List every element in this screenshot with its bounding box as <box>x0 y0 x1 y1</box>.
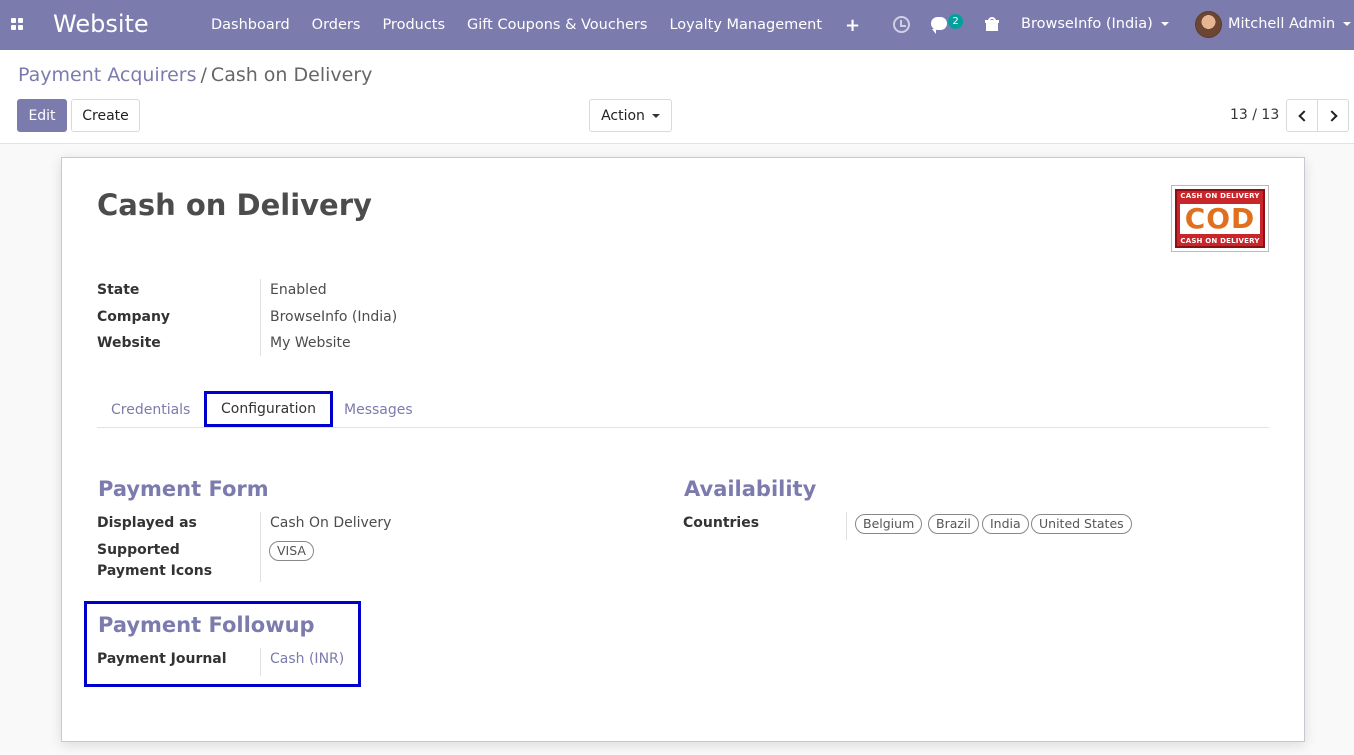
chevron-down-icon <box>651 113 660 118</box>
chevron-down-icon <box>1343 22 1352 26</box>
tab-configuration[interactable]: Configuration <box>204 391 333 427</box>
menu-gift-coupons[interactable]: Gift Coupons & Vouchers <box>456 17 658 33</box>
chevron-right-icon <box>1325 109 1338 122</box>
apps-menu-icon[interactable] <box>11 18 24 31</box>
website-label: Website <box>97 335 161 351</box>
user-name: Mitchell Admin <box>1228 16 1336 32</box>
displayed-as-label: Displayed as <box>97 515 197 531</box>
record-title: Cash on Delivery <box>97 188 372 222</box>
logo-top-text: CASH ON DELIVERY <box>1180 192 1260 200</box>
plus-icon[interactable]: + <box>833 15 872 36</box>
logo-main-text: COD <box>1179 203 1261 234</box>
payment-icons-label-line2: Payment Icons <box>97 563 213 579</box>
payment-form-title: Payment Form <box>98 477 269 501</box>
displayed-as-value: Cash On Delivery <box>270 515 392 531</box>
chevron-down-icon <box>1160 22 1169 26</box>
create-button[interactable]: Create <box>71 99 140 132</box>
availability-title: Availability <box>684 477 817 501</box>
company-name: BrowseInfo (India) <box>1021 16 1153 32</box>
breadcrumb: Payment Acquirers / Cash on Delivery <box>18 64 372 86</box>
menu-products[interactable]: Products <box>371 17 456 33</box>
website-value: My Website <box>270 335 351 351</box>
control-panel: Payment Acquirers / Cash on Delivery Edit … <box>0 50 1354 144</box>
state-value: Enabled <box>270 282 327 298</box>
menu-loyalty[interactable]: Loyalty Management <box>658 17 833 33</box>
tab-credentials[interactable]: Credentials <box>111 402 190 418</box>
pager-value[interactable]: 13 / 13 <box>1230 107 1279 123</box>
payment-followup-title: Payment Followup <box>98 613 315 637</box>
menu-dashboard[interactable]: Dashboard <box>200 17 301 33</box>
top-navbar: Website Dashboard Orders Products Gift C… <box>0 0 1354 50</box>
field-separator <box>846 512 847 540</box>
app-title: Website <box>53 10 149 38</box>
messages-count-badge: 2 <box>948 14 963 29</box>
menu-orders[interactable]: Orders <box>301 17 372 33</box>
country-tag: Belgium <box>855 514 923 534</box>
country-tag: India <box>982 514 1029 534</box>
messages-chat-icon[interactable] <box>931 17 947 34</box>
user-menu[interactable]: Mitchell Admin <box>1228 16 1352 32</box>
avatar[interactable] <box>1195 11 1222 38</box>
state-label: State <box>97 282 140 298</box>
tabs-divider <box>97 427 1269 428</box>
tab-messages[interactable]: Messages <box>344 402 413 418</box>
countries-label: Countries <box>683 515 760 531</box>
logo-bottom-text: CASH ON DELIVERY <box>1180 237 1260 245</box>
country-tag: United States <box>1031 514 1132 534</box>
company-label: Company <box>97 309 171 325</box>
field-separator <box>260 279 261 356</box>
pager-next-button[interactable] <box>1317 99 1349 132</box>
country-tag: Brazil <box>928 514 979 534</box>
main-menu: Dashboard Orders Products Gift Coupons &… <box>200 0 872 50</box>
breadcrumb-separator: / <box>200 64 207 86</box>
chevron-left-icon <box>1297 109 1310 122</box>
acquirer-logo-image: CASH ON DELIVERY COD CASH ON DELIVERY <box>1171 185 1269 252</box>
breadcrumb-current: Cash on Delivery <box>210 64 373 86</box>
activity-clock-icon[interactable] <box>893 16 910 33</box>
payment-icons-label-line1: Supported <box>97 542 180 558</box>
breadcrumb-parent-link[interactable]: Payment Acquirers <box>18 64 197 86</box>
payment-icon-tag: VISA <box>269 541 314 561</box>
action-dropdown-button[interactable]: Action <box>589 99 672 132</box>
pager-previous-button[interactable] <box>1286 99 1318 132</box>
gift-icon[interactable] <box>985 17 999 31</box>
field-separator <box>260 512 261 582</box>
payment-journal-label: Payment Journal <box>97 651 227 667</box>
action-label: Action <box>601 107 645 124</box>
company-value: BrowseInfo (India) <box>270 309 398 325</box>
company-switcher[interactable]: BrowseInfo (India) <box>1021 16 1169 32</box>
payment-journal-link[interactable]: Cash (INR) <box>270 651 344 667</box>
edit-button[interactable]: Edit <box>17 99 67 132</box>
field-separator <box>260 648 261 676</box>
